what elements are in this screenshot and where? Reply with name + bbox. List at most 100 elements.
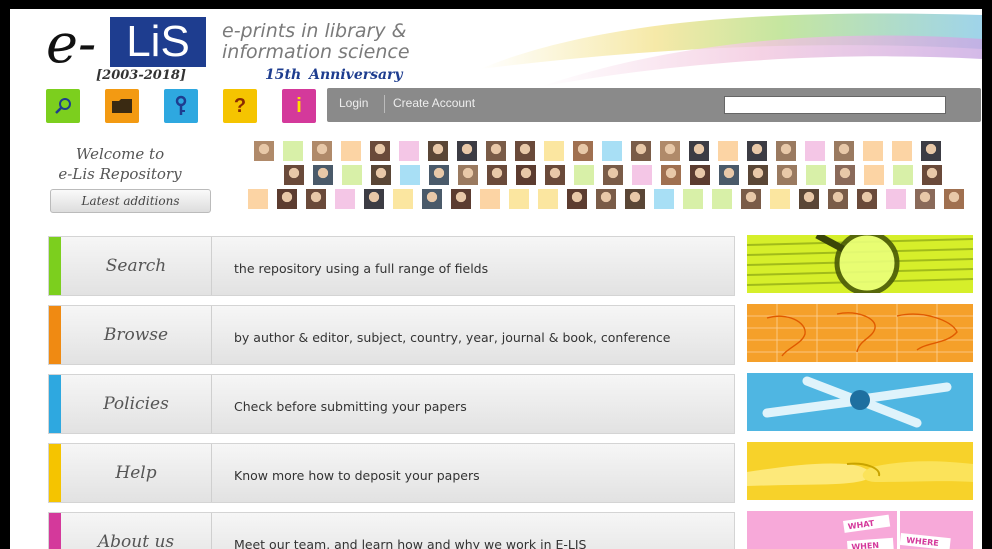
contributor-photo [799,189,819,209]
section-about-us[interactable]: About us Meet our team, and learn how an… [48,512,735,549]
contributor-photo [248,189,268,209]
section-color-bar [49,375,61,433]
contributor-photo [748,165,768,185]
section-title: Policies [61,375,212,433]
contributor-photo [944,189,964,209]
contributor-photo [284,165,304,185]
contributor-photo [574,165,594,185]
contributor-photo-mosaic [238,137,978,213]
section-color-bar [49,237,61,295]
contributor-photo [313,165,333,185]
contributor-photo [712,189,732,209]
contributor-photo [400,165,420,185]
section-title: Help [61,444,212,502]
help-icon[interactable]: ? [223,89,257,123]
contributor-photo [741,189,761,209]
contributor-photo [573,141,593,161]
contributor-photo [451,189,471,209]
login-link[interactable]: Login [339,96,368,110]
contributor-photo [457,141,477,161]
contributor-photo [370,141,390,161]
contributor-photo [828,189,848,209]
info-icon[interactable]: i [282,89,316,123]
contributor-photo [603,165,623,185]
tagline: e-prints in library & information scienc… [222,21,410,63]
folder-icon[interactable] [105,89,139,123]
contributor-photo [509,189,529,209]
contributor-photo [625,189,645,209]
tagline-line1: e-prints in library & [222,20,407,42]
contributor-photo [915,189,935,209]
contributor-photo [371,165,391,185]
contributor-photo [805,141,825,161]
contributor-photo [921,141,941,161]
policies-thumbnail[interactable] [747,373,973,431]
header-swoosh [480,13,982,87]
contributor-photo [306,189,326,209]
contributor-photo [480,189,500,209]
contributor-photo [393,189,413,209]
help-thumbnail[interactable] [747,442,973,500]
search-input[interactable] [724,96,946,114]
section-title: Search [61,237,212,295]
tagline-line2: information science [222,41,410,63]
logo-years: [2003-2018] [96,68,187,83]
contributor-photo [429,165,449,185]
contributor-photo [458,165,478,185]
contributor-photo [661,165,681,185]
contributor-photo [770,189,790,209]
logo-lis[interactable]: LiS [110,17,206,67]
create-account-link[interactable]: Create Account [393,96,475,110]
section-description: the repository using a full range of fie… [234,260,489,276]
section-color-bar [49,444,61,502]
contributor-photo [277,189,297,209]
section-title: About us [61,513,212,549]
section-browse[interactable]: Browse by author & editor, subject, coun… [48,305,735,365]
contributor-photo [835,165,855,185]
anniversary-label: 15th Anniversary [265,67,403,83]
contributor-photo [312,141,332,161]
section-description: Meet our team, and learn how and why we … [234,536,587,549]
contributor-photo [283,141,303,161]
contributor-photo [422,189,442,209]
section-help[interactable]: Help Know more how to deposit your paper… [48,443,735,503]
contributor-photo [364,189,384,209]
contributor-photo [689,141,709,161]
latest-additions-button[interactable]: Latest additions [50,189,211,213]
contributor-photo [516,165,536,185]
contributor-photo [922,165,942,185]
section-policies[interactable]: Policies Check before submitting your pa… [48,374,735,434]
contributor-photo [864,165,884,185]
contributor-photo [718,141,738,161]
browse-thumbnail[interactable] [747,304,973,362]
contributor-photo [602,141,622,161]
contributor-photo [631,141,651,161]
contributor-photo [863,141,883,161]
contributor-photo [544,141,564,161]
search-thumbnail[interactable] [747,235,973,293]
contributor-photo [254,141,274,161]
contributor-photo [834,141,854,161]
contributor-photo [776,141,796,161]
section-description: Check before submitting your papers [234,398,467,414]
section-search[interactable]: Search the repository using a full range… [48,236,735,296]
about-us-thumbnail[interactable]: WHAT WHERE WHEN [747,511,973,549]
nav-divider [384,95,385,113]
contributor-photo [719,165,739,185]
contributor-photo [486,141,506,161]
contributor-photo [806,165,826,185]
anniversary-number: 15th [265,67,302,83]
key-icon[interactable] [164,89,198,123]
welcome-line1: Welcome to [75,145,165,163]
contributor-photo [545,165,565,185]
search-icon[interactable] [46,89,80,123]
page: e- LiS [2003-2018] e-prints in library &… [10,9,982,549]
contributor-photo [538,189,558,209]
contributor-photo [747,141,767,161]
contributor-photo [893,165,913,185]
contributor-photo [690,165,710,185]
contributor-photo [660,141,680,161]
section-color-bar [49,513,61,549]
contributor-photo [341,141,361,161]
section-title: Browse [61,306,212,364]
